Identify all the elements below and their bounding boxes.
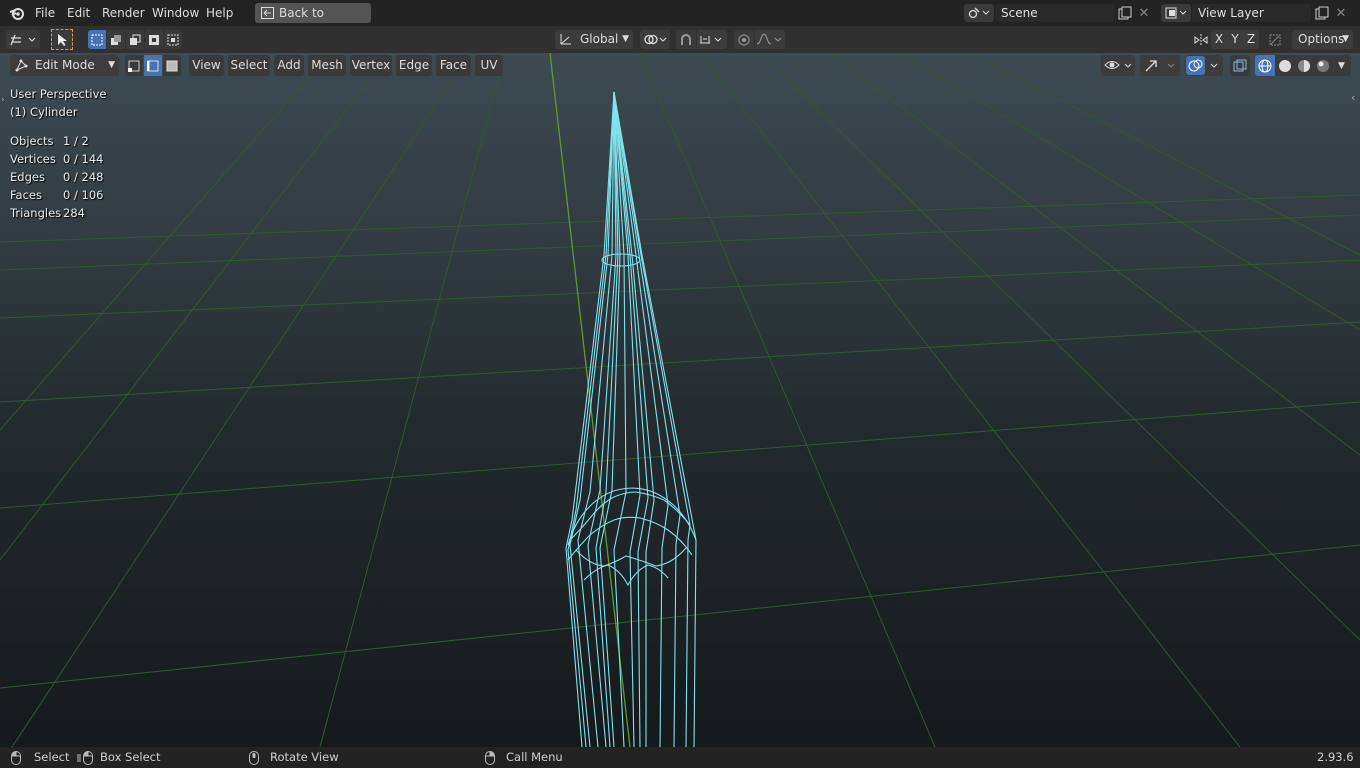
status-call-menu-label: Call Menu bbox=[506, 750, 563, 764]
tool-settings-bar: Global ▼ X Y Z Options ▼ bbox=[0, 26, 1360, 53]
stat-objects-label: Objects bbox=[10, 134, 54, 148]
material-shading-icon[interactable] bbox=[1294, 55, 1313, 76]
viewport-scene[interactable] bbox=[0, 53, 1360, 747]
view-layer-browse-icon[interactable] bbox=[1161, 4, 1191, 22]
mode-intersect-icon[interactable] bbox=[164, 30, 182, 49]
options-dropdown[interactable]: Options ▼ bbox=[1292, 30, 1353, 49]
scene-name-field[interactable]: Scene bbox=[995, 4, 1114, 22]
mirror-icon[interactable] bbox=[1191, 30, 1211, 49]
chevron-down-icon: ▼ bbox=[1342, 34, 1349, 44]
select-tool-icon[interactable] bbox=[51, 29, 73, 50]
viewport-header: Edit Mode ▼ View Select Add Mesh Vertex … bbox=[0, 53, 1360, 77]
chevron-down-icon: ▼ bbox=[622, 34, 629, 44]
orientation-axis-icon bbox=[559, 32, 573, 46]
right-mouse-icon bbox=[485, 751, 495, 765]
back-to-previous-button[interactable]: Back to Previous bbox=[255, 3, 371, 40]
blender-logo-icon[interactable] bbox=[8, 4, 26, 22]
editor-type-icon[interactable] bbox=[6, 30, 40, 49]
stat-edges-label: Edges bbox=[10, 170, 45, 184]
wireframe-shading-icon[interactable] bbox=[1255, 55, 1275, 76]
mode-set-icon[interactable] bbox=[88, 30, 106, 49]
snap-target-dropdown[interactable] bbox=[697, 30, 727, 49]
uv-menu[interactable]: UV bbox=[475, 55, 503, 76]
stat-vertices-label: Vertices bbox=[10, 152, 56, 166]
mode-extend-icon[interactable] bbox=[107, 30, 125, 49]
interaction-mode-dropdown[interactable]: Edit Mode ▼ bbox=[10, 55, 119, 76]
menu-help[interactable]: Help bbox=[206, 0, 233, 26]
vertex-select-icon[interactable] bbox=[125, 55, 143, 76]
edge-menu[interactable]: Edge bbox=[396, 55, 432, 76]
rendered-shading-icon[interactable] bbox=[1313, 55, 1332, 76]
status-box-select-label: Box Select bbox=[100, 750, 161, 764]
version-label: 2.93.6 bbox=[1317, 750, 1354, 764]
status-select-label: Select bbox=[34, 750, 70, 764]
mode-difference-icon[interactable] bbox=[145, 30, 163, 49]
transform-orientation-dropdown[interactable]: Global ▼ bbox=[555, 30, 633, 49]
proportional-falloff-dropdown[interactable] bbox=[755, 30, 785, 49]
menu-window[interactable]: Window bbox=[152, 0, 199, 26]
new-scene-icon[interactable] bbox=[1116, 4, 1134, 22]
options-label: Options bbox=[1298, 32, 1345, 46]
stat-triangles-value: 284 bbox=[63, 206, 85, 220]
left-mouse-icon bbox=[11, 751, 21, 765]
menu-file[interactable]: File bbox=[35, 0, 55, 26]
object-name-label: (1) Cylinder bbox=[10, 105, 78, 119]
mirror-x-toggle[interactable]: X bbox=[1211, 30, 1227, 49]
snap-toggle-icon[interactable] bbox=[676, 30, 696, 49]
face-select-icon[interactable] bbox=[163, 55, 181, 76]
pivot-point-dropdown[interactable] bbox=[640, 30, 670, 49]
topology-mirror-icon[interactable] bbox=[1265, 30, 1285, 49]
chevron-down-icon: ▼ bbox=[108, 60, 115, 70]
vertex-menu[interactable]: Vertex bbox=[350, 55, 392, 76]
top-bar: File Edit Render Window Help Back to Pre… bbox=[0, 0, 1360, 40]
mode-subtract-icon[interactable] bbox=[126, 30, 144, 49]
left-toolbar-toggle-icon[interactable]: › bbox=[1, 95, 5, 105]
menu-edit[interactable]: Edit bbox=[67, 0, 90, 26]
view-layer-name-field[interactable]: View Layer bbox=[1192, 4, 1311, 22]
3d-viewport[interactable]: Edit Mode ▼ View Select Add Mesh Vertex … bbox=[0, 53, 1360, 747]
status-bar: Select Box Select Rotate View Call Menu … bbox=[0, 747, 1360, 768]
delete-view-layer-icon[interactable]: ✕ bbox=[1333, 4, 1349, 22]
scene-browse-icon[interactable] bbox=[964, 4, 994, 22]
cylinder-wireframe[interactable] bbox=[565, 91, 697, 747]
middle-mouse-icon bbox=[249, 751, 259, 765]
add-menu[interactable]: Add bbox=[274, 55, 304, 76]
stat-edges-value: 0 / 248 bbox=[63, 170, 104, 184]
view-menu[interactable]: View bbox=[189, 55, 224, 76]
gizmo-dropdown[interactable] bbox=[1140, 55, 1180, 76]
right-sidebar-toggle-icon[interactable]: ‹ bbox=[1351, 91, 1355, 104]
proportional-editing-icon[interactable] bbox=[734, 30, 754, 49]
menu-render[interactable]: Render bbox=[102, 0, 145, 26]
select-menu[interactable]: Select bbox=[228, 55, 270, 76]
solid-shading-icon[interactable] bbox=[1275, 55, 1294, 76]
mode-label: Edit Mode bbox=[35, 58, 95, 72]
orientation-label: Global bbox=[580, 32, 619, 46]
stat-triangles-label: Triangles bbox=[10, 206, 62, 220]
perspective-label: User Perspective bbox=[10, 87, 107, 101]
face-menu[interactable]: Face bbox=[436, 55, 471, 76]
stat-faces-value: 0 / 106 bbox=[63, 188, 104, 202]
mirror-z-toggle[interactable]: Z bbox=[1243, 30, 1259, 49]
edit-mode-icon bbox=[15, 59, 28, 72]
drag-mouse-icon bbox=[77, 751, 93, 765]
shading-options-chevron-icon[interactable]: ▼ bbox=[1332, 55, 1351, 76]
visibility-dropdown[interactable] bbox=[1101, 55, 1135, 76]
edge-select-icon[interactable] bbox=[144, 55, 162, 76]
floor-grid bbox=[0, 53, 1360, 747]
mirror-y-toggle[interactable]: Y bbox=[1227, 30, 1243, 49]
xray-toggle-icon[interactable] bbox=[1230, 55, 1250, 76]
mesh-menu[interactable]: Mesh bbox=[308, 55, 346, 76]
status-rotate-view-label: Rotate View bbox=[270, 750, 339, 764]
delete-scene-icon[interactable]: ✕ bbox=[1136, 4, 1152, 22]
overlays-dropdown[interactable] bbox=[1185, 55, 1223, 76]
new-view-layer-icon[interactable] bbox=[1313, 4, 1331, 22]
stat-objects-value: 1 / 2 bbox=[63, 134, 89, 148]
stat-faces-label: Faces bbox=[10, 188, 42, 202]
back-icon bbox=[261, 7, 274, 19]
stat-vertices-value: 0 / 144 bbox=[63, 152, 104, 166]
